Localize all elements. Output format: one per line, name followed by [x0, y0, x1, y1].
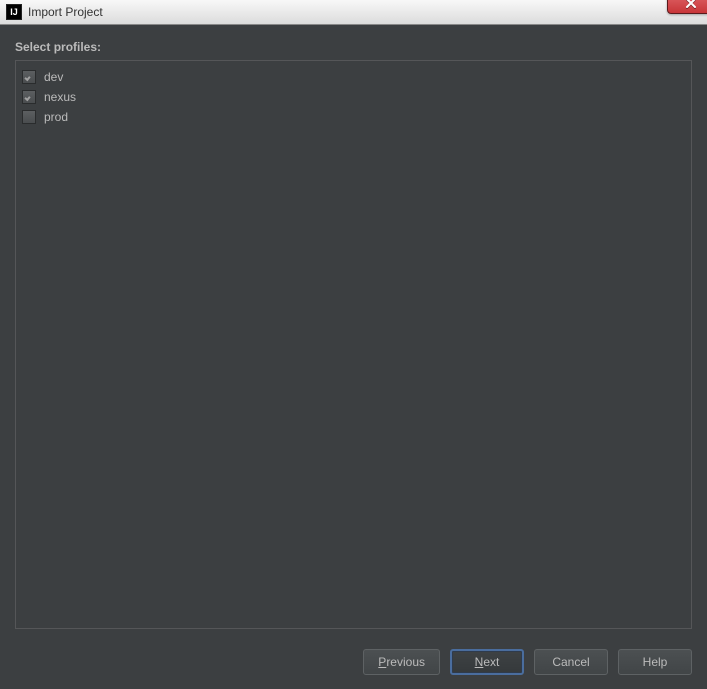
checkbox-dev[interactable]: [22, 70, 36, 84]
profile-item-dev[interactable]: dev: [22, 67, 685, 87]
title-bar: IJ Import Project: [0, 0, 707, 25]
content-area: Select profiles: dev nexus prod: [0, 25, 707, 639]
cancel-button[interactable]: Cancel: [534, 649, 608, 675]
profiles-list: dev nexus prod: [15, 60, 692, 629]
profile-item-nexus[interactable]: nexus: [22, 87, 685, 107]
window-title: Import Project: [28, 5, 103, 19]
previous-button[interactable]: Previous: [363, 649, 440, 675]
select-profiles-label: Select profiles:: [15, 40, 692, 54]
close-button[interactable]: [667, 0, 707, 14]
app-icon: IJ: [6, 4, 22, 20]
button-bar: Previous Next Cancel Help: [0, 639, 707, 689]
profile-item-prod[interactable]: prod: [22, 107, 685, 127]
profile-label: prod: [44, 110, 68, 124]
profile-label: nexus: [44, 90, 76, 104]
help-button[interactable]: Help: [618, 649, 692, 675]
profile-label: dev: [44, 70, 63, 84]
checkbox-nexus[interactable]: [22, 90, 36, 104]
close-icon: [685, 0, 697, 8]
next-button[interactable]: Next: [450, 649, 524, 675]
checkbox-prod[interactable]: [22, 110, 36, 124]
dialog-body: Select profiles: dev nexus prod Previous: [0, 25, 707, 689]
